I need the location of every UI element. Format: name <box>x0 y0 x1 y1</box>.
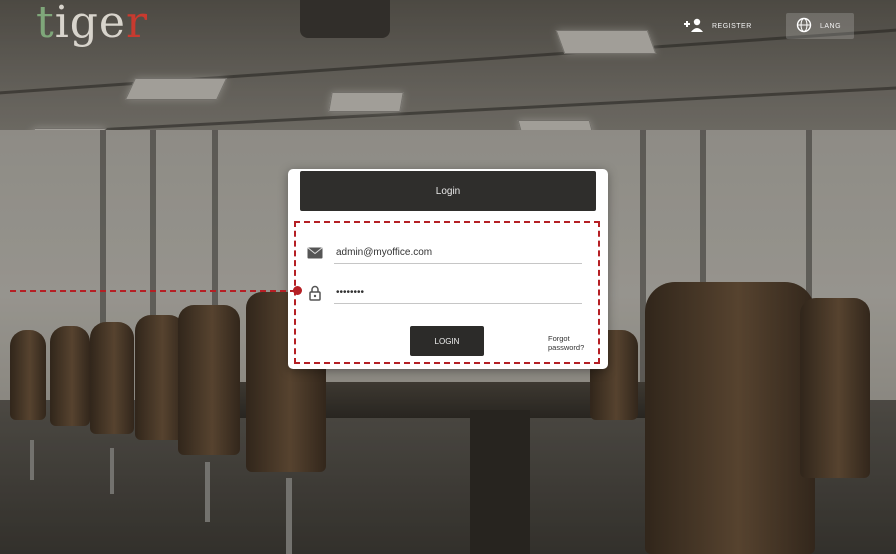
password-field-row <box>306 282 582 304</box>
tiger-logo[interactable]: tiger <box>36 0 148 46</box>
language-label: LANG <box>820 22 842 30</box>
lock-icon <box>306 285 324 301</box>
logo-letters: ige <box>54 0 126 48</box>
password-input[interactable] <box>334 282 582 304</box>
add-user-icon <box>684 18 704 34</box>
annotation-pointer-dot <box>293 286 302 295</box>
logo-letter: t <box>36 0 55 48</box>
login-card-title: Login <box>300 171 596 211</box>
register-button[interactable]: REGISTER <box>684 13 752 39</box>
register-label: REGISTER <box>712 22 752 30</box>
globe-icon <box>796 17 812 35</box>
email-field-row <box>306 242 582 264</box>
email-input[interactable] <box>334 242 582 264</box>
logo-letter: r <box>125 0 149 48</box>
language-button[interactable]: LANG <box>786 13 854 39</box>
forgot-password-link[interactable]: Forgot password? <box>548 334 596 352</box>
annotation-pointer-line <box>10 290 296 292</box>
envelope-icon <box>306 245 324 261</box>
login-button[interactable]: LOGIN <box>410 326 484 356</box>
